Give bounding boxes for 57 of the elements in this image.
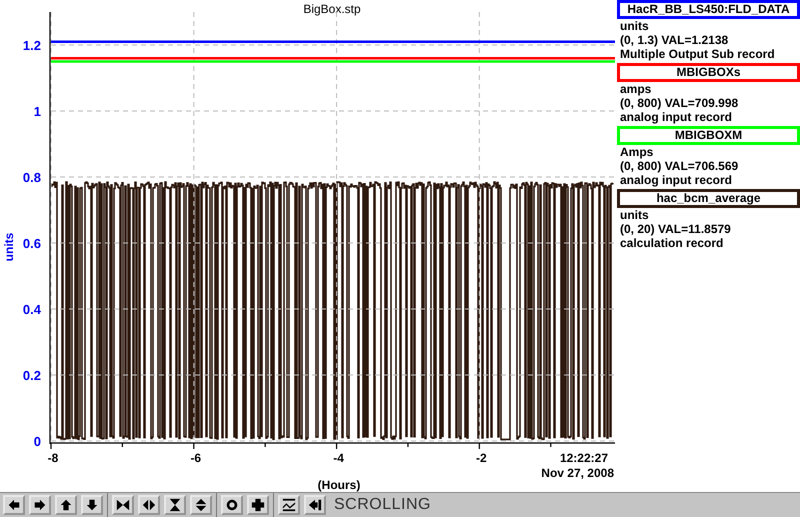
up-down-arrows-icon <box>194 498 208 512</box>
y-tick-label: 0.6 <box>22 236 41 251</box>
right-arrow-icon <box>33 498 47 512</box>
legend-range: (0, 800) VAL=706.569 <box>619 159 740 173</box>
wave-icon <box>282 498 296 512</box>
expand-vertical-button[interactable] <box>190 495 212 515</box>
legend-range: (0, 20) VAL=11.8579 <box>619 222 732 236</box>
plus-icon <box>251 498 265 512</box>
return-button[interactable] <box>304 495 326 515</box>
y-tick-label: 0 <box>34 434 41 449</box>
scroll-left-button[interactable] <box>3 495 25 515</box>
diamond-arrows-icon <box>142 498 156 512</box>
y-tick-label: 0.2 <box>22 368 41 383</box>
legend-units: Amps <box>619 145 654 159</box>
scroll-down-button[interactable] <box>81 495 103 515</box>
hourglass-icon <box>168 498 182 512</box>
shrink-horizontal-button[interactable] <box>112 495 134 515</box>
back-arrow-icon <box>308 498 322 512</box>
scroll-up-button[interactable] <box>55 495 77 515</box>
zoom-button[interactable] <box>221 495 243 515</box>
legend-record-type: analog input record <box>619 173 734 187</box>
legend-range: (0, 800) VAL=709.998 <box>619 96 740 110</box>
x-tick-label: -6 <box>190 451 202 465</box>
legend-name: MBIGBOXM <box>617 126 800 145</box>
legend-range: (0, 1.3) VAL=1.2138 <box>619 33 730 47</box>
bowtie-icon <box>116 498 130 512</box>
ring-icon <box>225 498 239 512</box>
y-tick-label: 0.8 <box>22 170 41 185</box>
legend-units: units <box>619 208 650 222</box>
add-button[interactable] <box>247 495 269 515</box>
waveform-button[interactable] <box>278 495 300 515</box>
legend-name: MBIGBOXs <box>617 63 800 82</box>
legend-units: amps <box>619 82 652 96</box>
legend-record-type: analog input record <box>619 110 734 124</box>
x-tick-label: -2 <box>476 451 487 465</box>
up-arrow-icon <box>59 498 73 512</box>
legend-record-type: calculation record <box>619 236 724 250</box>
x-tick-label: -4 <box>333 451 344 465</box>
chart-title: BigBox.stp <box>303 2 361 16</box>
down-arrow-icon <box>85 498 99 512</box>
timestamp-time: 12:22:27 <box>560 451 608 465</box>
scroll-right-button[interactable] <box>29 495 51 515</box>
y-tick-label: 0.4 <box>22 302 41 317</box>
y-axis-label: units <box>2 232 16 262</box>
y-tick-label: 1.2 <box>22 38 41 53</box>
x-axis-label: (Hours) <box>318 478 360 492</box>
timestamp-date: Nov 27, 2008 <box>541 466 614 480</box>
legend-units: units <box>619 19 650 33</box>
y-tick-label: 1 <box>34 104 41 119</box>
shrink-vertical-button[interactable] <box>164 495 186 515</box>
mode-label: SCROLLING <box>334 496 431 514</box>
legend-name: hac_bcm_average <box>617 189 800 208</box>
x-tick-label: -8 <box>48 451 58 465</box>
legend-record-type: Multiple Output Sub record <box>619 47 776 61</box>
legend-name: HacR_BB_LS450:FLD_DATA <box>617 0 800 19</box>
left-arrow-icon <box>7 498 21 512</box>
expand-horizontal-button[interactable] <box>138 495 160 515</box>
